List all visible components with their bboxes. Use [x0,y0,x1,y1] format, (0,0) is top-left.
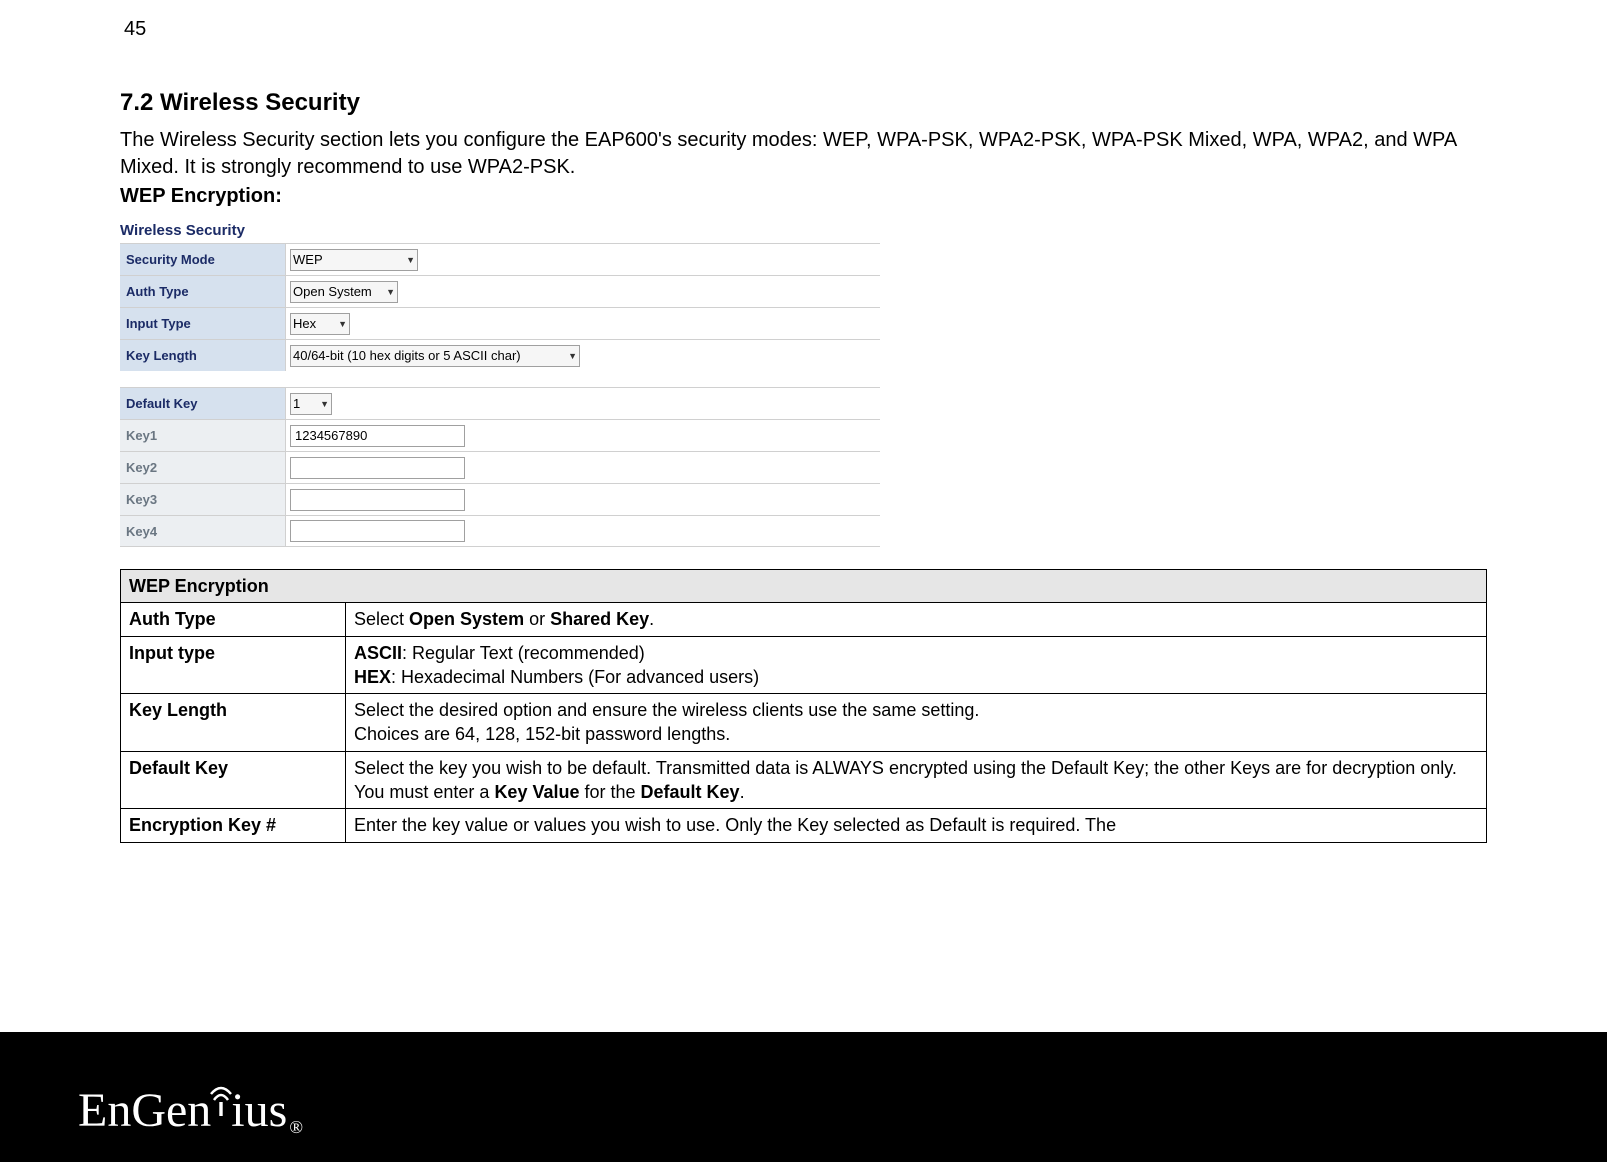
page-number: 45 [120,18,1487,41]
auth-type-label: Auth Type [120,276,285,307]
ws-title: Wireless Security [120,222,880,239]
default-key-value: 1 [293,396,300,411]
key-length-value: 40/64-bit (10 hex digits or 5 ASCII char… [293,348,521,363]
table-row: Input type ASCII: Regular Text (recommen… [121,636,1487,694]
logo-en: En [78,1083,131,1138]
table-row: Default Key Select the key you wish to b… [121,751,1487,809]
key1-label: Key1 [120,420,285,451]
row-label: Key Length [121,694,346,752]
table-row: Key Length Select the desired option and… [121,694,1487,752]
input-type-label: Input Type [120,308,285,339]
intro-paragraph: The Wireless Security section lets you c… [120,127,1487,181]
input-type-select[interactable]: Hex ▼ [290,313,350,335]
footer: EnGen ius® [0,1032,1607,1162]
security-mode-value: WEP [293,252,323,267]
wireless-security-screenshot: Wireless Security Security Mode WEP ▼ Au… [120,222,880,547]
caret-down-icon: ▼ [320,399,329,409]
row-label: Auth Type [121,603,346,636]
caret-down-icon: ▼ [338,319,347,329]
row-desc: Select the key you wish to be default. T… [346,751,1487,809]
key-length-label: Key Length [120,340,285,371]
security-mode-label: Security Mode [120,244,285,275]
input-type-value: Hex [293,316,316,331]
table-row: Encryption Key # Enter the key value or … [121,809,1487,842]
default-key-label: Default Key [120,388,285,419]
row-desc: Enter the key value or values you wish t… [346,809,1487,842]
key1-input[interactable] [290,425,465,447]
key3-label: Key3 [120,484,285,515]
row-label: Encryption Key # [121,809,346,842]
section-heading: 7.2 Wireless Security [120,89,1487,117]
key3-input[interactable] [290,489,465,511]
caret-down-icon: ▼ [386,287,395,297]
row-desc: ASCII: Regular Text (recommended)HEX: He… [346,636,1487,694]
caret-down-icon: ▼ [406,255,415,265]
security-mode-select[interactable]: WEP ▼ [290,249,418,271]
caret-down-icon: ▼ [568,351,577,361]
default-key-select[interactable]: 1 ▼ [290,393,332,415]
key4-input[interactable] [290,520,465,542]
logo-ius: ius [231,1083,287,1138]
row-desc: Select Open System or Shared Key. [346,603,1487,636]
registered-icon: ® [289,1117,303,1138]
wifi-icon [207,1080,235,1118]
table-row: Auth Type Select Open System or Shared K… [121,603,1487,636]
row-label: Input type [121,636,346,694]
key4-label: Key4 [120,516,285,546]
wep-description-table: WEP Encryption Auth Type Select Open Sys… [120,569,1487,843]
key2-label: Key2 [120,452,285,483]
logo-gen: Gen [131,1083,211,1138]
key2-input[interactable] [290,457,465,479]
wep-subheading: WEP Encryption: [120,185,1487,208]
key-length-select[interactable]: 40/64-bit (10 hex digits or 5 ASCII char… [290,345,580,367]
auth-type-select[interactable]: Open System ▼ [290,281,398,303]
table-header-row: WEP Encryption [121,570,1487,603]
row-label: Default Key [121,751,346,809]
table-header: WEP Encryption [121,570,1487,603]
engenius-logo: EnGen ius® [78,1083,303,1138]
auth-type-value: Open System [293,284,372,299]
row-desc: Select the desired option and ensure the… [346,694,1487,752]
